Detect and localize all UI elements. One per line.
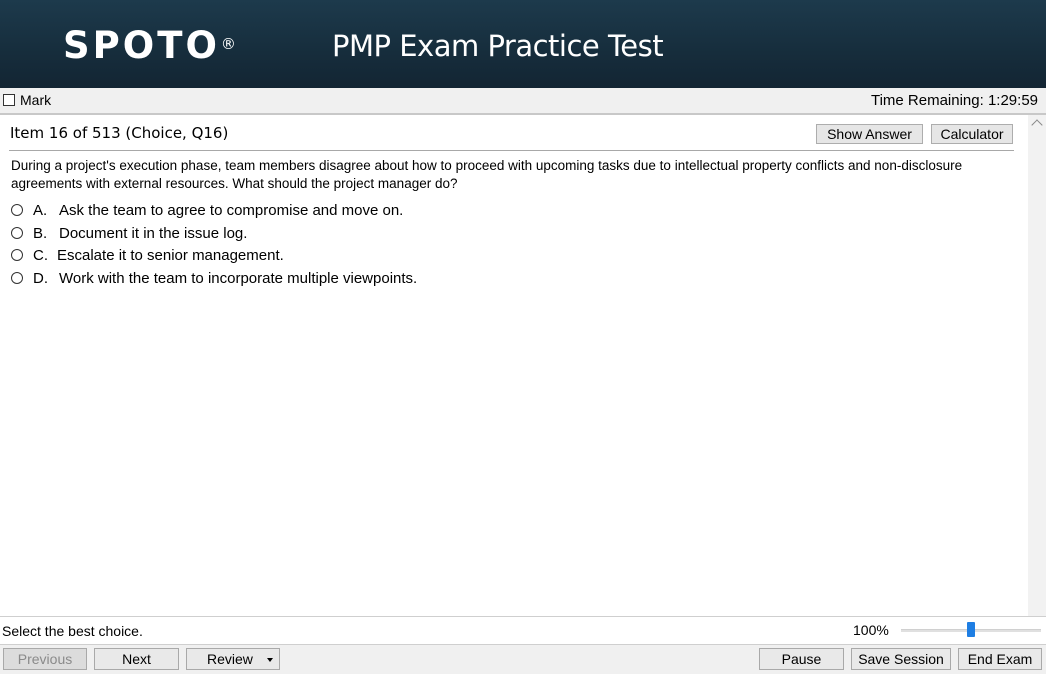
zoom-level: 100%	[853, 622, 889, 638]
pause-button[interactable]: Pause	[759, 648, 844, 670]
radio-button[interactable]	[11, 249, 23, 261]
option-letter: B.	[33, 225, 48, 242]
previous-button[interactable]: Previous	[3, 648, 87, 670]
next-button[interactable]: Next	[94, 648, 179, 670]
divider	[9, 150, 1014, 151]
option-text[interactable]: Ask the team to agree to compromise and …	[59, 202, 403, 220]
vertical-scrollbar[interactable]	[1028, 115, 1046, 616]
registered-mark: ®	[220, 35, 236, 53]
item-title: Item 16 of 513 (Choice, Q16)	[10, 124, 229, 142]
review-button[interactable]: Review	[186, 648, 280, 670]
time-remaining: Time Remaining: 1:29:59	[870, 92, 1038, 109]
question-text: During a project's execution phase, team…	[11, 158, 963, 191]
review-label: Review	[207, 651, 253, 667]
show-answer-button[interactable]: Show Answer	[816, 124, 923, 144]
end-exam-button[interactable]: End Exam	[958, 648, 1042, 670]
app-header: SPOTO ® PMP Exam Practice Test	[0, 0, 1046, 88]
zoom-slider-handle[interactable]	[967, 622, 975, 637]
option-text[interactable]: Work with the team to incorporate multip…	[59, 270, 417, 288]
save-session-button[interactable]: Save Session	[851, 648, 951, 670]
radio-button[interactable]	[11, 227, 23, 239]
option-text[interactable]: Document it in the issue log.	[59, 225, 247, 243]
mark-checkbox[interactable]	[3, 94, 15, 106]
option-letter: A.	[33, 202, 48, 219]
radio-button[interactable]	[11, 204, 23, 216]
radio-button[interactable]	[11, 272, 23, 284]
mark-label[interactable]: Mark	[20, 92, 51, 109]
option-text[interactable]: Escalate it to senior management.	[57, 247, 284, 265]
status-text: Select the best choice.	[2, 623, 143, 639]
status-bar	[0, 616, 1046, 644]
calculator-button[interactable]: Calculator	[931, 124, 1013, 144]
option-letter: D.	[33, 270, 48, 287]
dropdown-caret-icon	[267, 658, 273, 662]
spoto-logo: SPOTO ®	[63, 24, 236, 68]
logo-text: SPOTO	[63, 24, 220, 67]
page-title: PMP Exam Practice Test	[332, 29, 664, 63]
option-letter: C.	[33, 247, 48, 264]
